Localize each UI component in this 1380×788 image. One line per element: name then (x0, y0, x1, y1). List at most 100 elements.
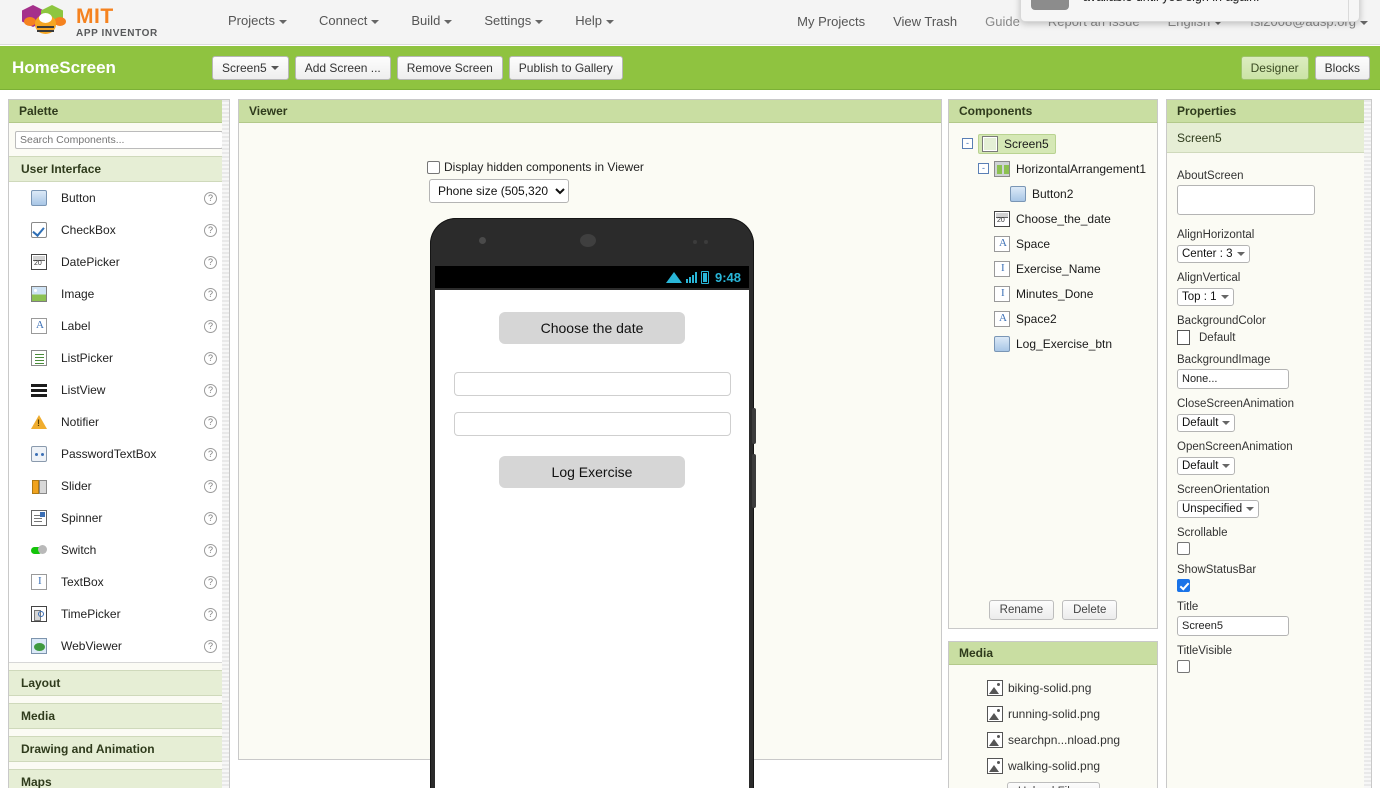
palette-scrollbar[interactable] (222, 100, 229, 788)
help-icon[interactable]: ? (204, 351, 217, 365)
palette-item-label[interactable]: Label? (9, 310, 229, 342)
help-icon[interactable]: ? (204, 639, 217, 653)
tree-node-space2[interactable]: Space2 (949, 306, 1157, 331)
alignhorizontal-select[interactable]: Center : 3 (1177, 245, 1250, 263)
palette-item-button[interactable]: Button? (9, 182, 229, 214)
alignvertical-select[interactable]: Top : 1 (1177, 288, 1234, 306)
help-icon[interactable]: ? (204, 223, 217, 237)
tree-node-space[interactable]: Space (949, 231, 1157, 256)
menu-settings[interactable]: Settings (484, 13, 544, 28)
tree-node-log-exercise-btn[interactable]: Log_Exercise_btn (949, 331, 1157, 356)
link-view-trash[interactable]: View Trash (893, 14, 957, 29)
logo-mit-text: MIT (76, 4, 114, 28)
add-screen-button[interactable]: Add Screen ... (294, 55, 391, 80)
openscreenanimation-select[interactable]: Default (1177, 457, 1236, 475)
palette-section-layout[interactable]: Layout (9, 670, 229, 696)
title-input[interactable] (1177, 616, 1289, 636)
media-file-item[interactable]: searchpn...nload.png (987, 727, 1157, 753)
minutes-done-textbox[interactable] (453, 412, 731, 436)
help-icon[interactable]: ? (204, 447, 217, 461)
palette-item-webviewer[interactable]: WebViewer? (9, 630, 229, 662)
collapse-toggle-icon[interactable]: - (978, 163, 989, 174)
backgroundimage-input[interactable] (1177, 369, 1289, 389)
delete-button[interactable]: Delete (1062, 600, 1118, 620)
rename-button[interactable]: Rename (988, 600, 1055, 620)
backgroundcolor-picker[interactable]: Default (1177, 330, 1361, 345)
display-hidden-components-row[interactable]: Display hidden components in Viewer (427, 160, 644, 174)
tree-node-choose-the-date[interactable]: Choose_the_date (949, 206, 1157, 231)
palette-item-listpicker[interactable]: ListPicker? (9, 342, 229, 374)
aboutscreen-textarea[interactable] (1177, 185, 1315, 215)
palette-item-slider[interactable]: Slider? (9, 470, 229, 502)
palette-section-media[interactable]: Media (9, 703, 229, 729)
help-icon[interactable]: ? (204, 287, 217, 301)
palette-item-checkbox[interactable]: CheckBox? (9, 214, 229, 246)
media-file-item[interactable]: walking-solid.png (987, 753, 1157, 779)
chevron-down-icon (444, 19, 453, 24)
palette-section-user-interface[interactable]: User Interface (9, 156, 229, 182)
help-icon[interactable]: ? (204, 383, 217, 397)
exercise-name-textbox[interactable] (453, 372, 731, 396)
viewer-canvas[interactable]: Display hidden components in Viewer Phon… (239, 123, 941, 788)
color-swatch-icon[interactable] (1177, 330, 1190, 345)
designer-tab-button[interactable]: Designer (1240, 55, 1309, 80)
tree-node-minutes-done[interactable]: Minutes_Done (949, 281, 1157, 306)
help-icon[interactable]: ? (204, 255, 217, 269)
collapse-toggle-icon[interactable]: - (962, 138, 973, 149)
display-hidden-components-checkbox[interactable] (427, 160, 440, 174)
help-icon[interactable]: ? (204, 479, 217, 493)
choose-the-date-button[interactable]: Choose the date (499, 312, 685, 344)
help-icon[interactable]: ? (204, 319, 217, 333)
palette-item-datepicker[interactable]: DatePicker? (9, 246, 229, 278)
upload-file-button[interactable]: Upload File ... (1007, 782, 1100, 788)
help-icon[interactable]: ? (204, 415, 217, 429)
scrollable-checkbox[interactable] (1177, 542, 1190, 555)
palette-item-switch[interactable]: Switch? (9, 534, 229, 566)
property-label-scrollable: Scrollable (1177, 527, 1228, 539)
titlevisible-checkbox[interactable] (1177, 660, 1190, 673)
showstatusbar-checkbox[interactable] (1177, 579, 1190, 592)
phone-size-select[interactable]: Phone size (505,320) (429, 179, 569, 203)
search-input[interactable] (15, 131, 223, 149)
help-icon[interactable]: ? (204, 575, 217, 589)
tree-node-exercise-name[interactable]: Exercise_Name (949, 256, 1157, 281)
tree-node-screen5[interactable]: - Screen5 (949, 131, 1157, 156)
palette-item-notifier[interactable]: Notifier? (9, 406, 229, 438)
remove-screen-button[interactable]: Remove Screen (396, 55, 503, 80)
help-icon[interactable]: ? (204, 607, 217, 621)
tree-node-horizontalarrangement1[interactable]: - HorizontalArrangement1 (949, 156, 1157, 181)
properties-scrollbar[interactable] (1364, 100, 1371, 788)
palette-item-textbox[interactable]: TextBox? (9, 566, 229, 598)
screen-selector-dropdown[interactable]: Screen5 (212, 55, 289, 80)
listpicker-icon (31, 350, 47, 366)
menu-build[interactable]: Build (411, 13, 453, 28)
image-file-icon (987, 680, 1003, 696)
link-my-projects[interactable]: My Projects (797, 14, 865, 29)
link-guide[interactable]: Guide (985, 14, 1020, 29)
log-exercise-button[interactable]: Log Exercise (499, 456, 685, 488)
components-panel: Components - Screen5 - HorizontalArrange… (948, 99, 1158, 629)
closescreenanimation-select[interactable]: Default (1177, 414, 1236, 432)
menu-projects[interactable]: Projects (228, 13, 287, 28)
help-icon[interactable]: ? (204, 543, 217, 557)
help-icon[interactable]: ? (204, 511, 217, 525)
help-icon[interactable]: ? (204, 191, 217, 205)
phone-screen-content[interactable]: Choose the date Log Exercise (435, 290, 749, 788)
media-file-item[interactable]: running-solid.png (987, 701, 1157, 727)
palette-item-image[interactable]: Image? (9, 278, 229, 310)
notification-toast[interactable]: available until you sign in again. (1020, 0, 1360, 22)
palette-item-passwordtextbox[interactable]: PasswordTextBox? (9, 438, 229, 470)
menu-help[interactable]: Help (575, 13, 615, 28)
menu-connect[interactable]: Connect (319, 13, 380, 28)
tree-node-button2[interactable]: Button2 (949, 181, 1157, 206)
palette-item-timepicker[interactable]: TimePicker? (9, 598, 229, 630)
palette-section-maps[interactable]: Maps (9, 769, 229, 788)
palette-item-listview[interactable]: ListView? (9, 374, 229, 406)
palette-section-drawing-and-animation[interactable]: Drawing and Animation (9, 736, 229, 762)
palette-item-spinner[interactable]: Spinner? (9, 502, 229, 534)
mit-app-inventor-logo[interactable]: MIT APP INVENTOR (22, 2, 182, 42)
media-file-item[interactable]: biking-solid.png (987, 675, 1157, 701)
blocks-tab-button[interactable]: Blocks (1314, 55, 1370, 80)
screenorientation-select[interactable]: Unspecified (1177, 500, 1260, 518)
publish-to-gallery-button[interactable]: Publish to Gallery (508, 55, 623, 80)
